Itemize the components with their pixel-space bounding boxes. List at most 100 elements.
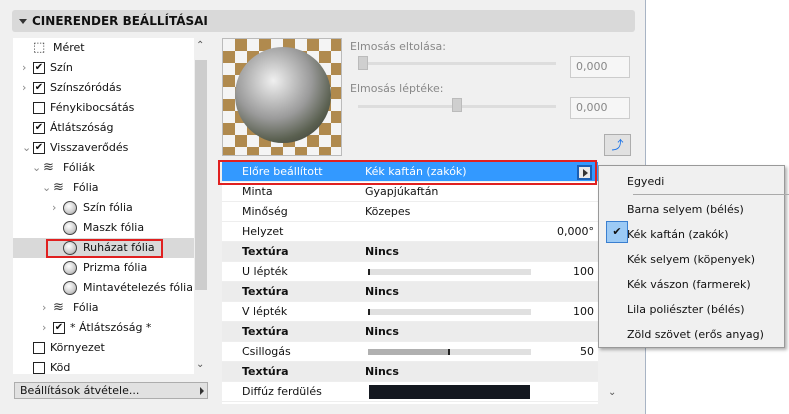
tree-item[interactable]: Környezet [13, 338, 194, 358]
property-key: Textúra [242, 245, 289, 258]
property-value: Gyapjúkaftán [365, 185, 439, 198]
chevron-right-icon[interactable]: › [52, 198, 56, 218]
property-key: Minta [242, 185, 273, 198]
tree-item-label: * Átlátszóság * [70, 321, 152, 334]
property-row[interactable]: Textúra Nincs [222, 322, 598, 342]
property-key: U lépték [242, 265, 288, 278]
tree-item[interactable]: › Szín fólia [13, 198, 194, 218]
blur-offset-slider[interactable] [358, 62, 556, 65]
blur-offset-field[interactable]: 0,000 [570, 56, 630, 78]
chevron-down-icon[interactable]: ⌄ [32, 158, 41, 178]
property-key: V lépték [242, 305, 288, 318]
scroll-thumb[interactable] [195, 60, 207, 290]
chevron-right-icon[interactable]: › [42, 318, 46, 338]
property-slider[interactable] [368, 269, 531, 275]
preview-sphere [235, 47, 331, 143]
property-value: Nincs [365, 285, 399, 298]
menu-item[interactable]: Lila poliészter (bélés) [627, 300, 745, 320]
property-row[interactable]: Textúra Nincs [222, 362, 598, 382]
tree-item-label: Köd [50, 361, 71, 374]
tree-item[interactable]: Ruházat fólia [13, 238, 194, 258]
property-row[interactable]: Diffúz ferdülés [222, 382, 598, 402]
tree-item-label: Átlátszóság [50, 121, 114, 134]
tree-item[interactable]: ⌄ ≋ Fólia [13, 178, 194, 198]
property-value: Közepes [365, 205, 411, 218]
tree-item-label: Fólia [73, 181, 99, 194]
menu-item[interactable]: Kék selyem (köpenyek) [627, 250, 755, 270]
checkbox[interactable]: ✔ [33, 82, 45, 94]
export-icon: ⤴ [611, 138, 624, 152]
tree-item[interactable]: › ≋ Fólia [13, 298, 194, 318]
play-arrow-icon [200, 387, 204, 395]
tree-item-label: Mintavételezés fólia [83, 281, 193, 294]
menu-item[interactable]: Zöld szövet (erős anyag) [627, 325, 764, 345]
chevron-down-icon[interactable]: ⌄ [42, 178, 51, 198]
color-swatch[interactable] [369, 385, 530, 399]
property-row[interactable]: U lépték 100 [222, 262, 598, 282]
highlight-box [46, 239, 163, 258]
property-row[interactable]: Minőség Közepes [222, 202, 598, 222]
menu-item[interactable]: Kék vászon (farmerek) [627, 275, 751, 295]
scroll-down-icon[interactable]: ⌄ [608, 387, 616, 398]
tree-item[interactable]: Mintavételezés fólia [13, 278, 194, 298]
property-row[interactable]: Minta Gyapjúkaftán [222, 182, 598, 202]
tree-item[interactable]: Prizma fólia [13, 258, 194, 278]
chevron-down-icon[interactable]: ⌄ [22, 138, 31, 158]
tree-item[interactable]: ✔ Átlátszóság [13, 118, 194, 138]
menu-item[interactable]: Barna selyem (bélés) [627, 200, 744, 220]
property-number[interactable]: 100 [573, 302, 594, 322]
layers-icon: ≋ [43, 160, 54, 175]
section-header[interactable]: CINERENDER BEÁLLÍTÁSAI [12, 10, 635, 32]
property-number[interactable]: 50 [580, 342, 594, 362]
tree-item-label: Visszaverődés [50, 141, 129, 154]
property-value: Nincs [365, 245, 399, 258]
preset-menu: Egyedi ✔ Barna selyem (bélés) Kék kaftán … [598, 165, 789, 348]
checkmark-icon: ✔ [606, 221, 628, 243]
property-slider[interactable] [368, 309, 531, 315]
chevron-right-icon[interactable]: › [22, 58, 26, 78]
tree-item[interactable]: Maszk fólia [13, 218, 194, 238]
tree-item[interactable]: › ✔ Szín [13, 58, 194, 78]
scroll-up-icon[interactable]: ⌃ [196, 40, 204, 51]
property-slider[interactable] [368, 349, 531, 355]
tree-scrollbar[interactable]: ⌃ ⌄ [194, 38, 208, 374]
tree-item[interactable]: Köd [13, 358, 194, 374]
property-row[interactable]: Textúra Nincs [222, 242, 598, 262]
tree-item-label: Környezet [50, 341, 105, 354]
checkbox[interactable] [33, 342, 45, 354]
chevron-right-icon[interactable]: › [22, 78, 26, 98]
export-button[interactable]: ⤴ [604, 134, 631, 156]
property-number[interactable]: 100 [573, 262, 594, 282]
property-row[interactable]: V lépték 100 [222, 302, 598, 322]
checkbox[interactable]: ✔ [33, 122, 45, 134]
checkbox[interactable]: ✔ [33, 142, 45, 154]
tree-item[interactable]: › ✔ Színszóródás [13, 78, 194, 98]
property-key: Diffúz ferdülés [242, 385, 322, 398]
collapse-triangle-icon [19, 19, 27, 24]
blur-scale-thumb[interactable] [452, 98, 462, 112]
tree-item[interactable]: ⌄ ≋ Fóliák [13, 158, 194, 178]
property-number[interactable]: 0,000° [557, 222, 594, 242]
tree-item-label: Fólia [73, 301, 99, 314]
property-row[interactable]: Textúra Nincs [222, 282, 598, 302]
transfer-settings-button[interactable]: Beállítások átvétele... [14, 382, 208, 399]
blur-offset-thumb[interactable] [358, 56, 368, 70]
property-table: Előre beállított Kék kaftán (zakók) Minta G… [222, 162, 598, 404]
tree-item[interactable]: › ✔ * Átlátszóság * [13, 318, 194, 338]
checkbox[interactable] [33, 102, 45, 114]
chevron-right-icon[interactable]: › [42, 298, 46, 318]
tree-item-label: Fóliák [63, 161, 95, 174]
scroll-down-icon[interactable]: ⌄ [196, 359, 204, 370]
preset-dropdown-button[interactable] [577, 165, 592, 180]
menu-item-custom[interactable]: Egyedi [627, 172, 664, 192]
menu-item[interactable]: Kék kaftán (zakók) [627, 225, 729, 245]
checkbox[interactable]: ✔ [53, 322, 65, 334]
checkbox[interactable] [33, 362, 45, 374]
tree-item[interactable]: Fénykibocsátás [13, 98, 194, 118]
checkbox[interactable]: ✔ [33, 62, 45, 74]
property-row[interactable]: Helyzet 0,000° [222, 222, 598, 242]
tree-item[interactable]: ⬚ Méret [13, 38, 194, 58]
blur-scale-field[interactable]: 0,000 [570, 97, 630, 119]
property-row[interactable]: Csillogás 50 [222, 342, 598, 362]
tree-item[interactable]: ⌄ ✔ Visszaverődés [13, 138, 194, 158]
